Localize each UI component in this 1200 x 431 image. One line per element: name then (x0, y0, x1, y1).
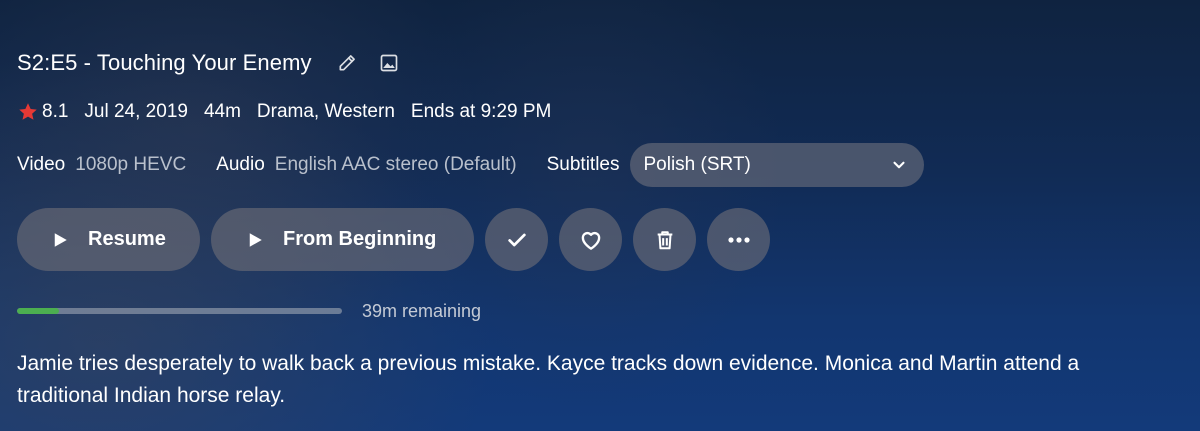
mark-played-button[interactable] (485, 208, 548, 271)
runtime: 44m (203, 101, 241, 122)
checkmark-icon (506, 229, 528, 251)
heart-icon (578, 227, 604, 253)
subtitles-select[interactable]: Polish (SRT) (629, 143, 924, 187)
play-icon (51, 231, 69, 249)
pencil-icon[interactable] (334, 50, 360, 76)
air-date: Jul 24, 2019 (84, 101, 188, 122)
video-value: 1080p HEVC (75, 154, 187, 175)
remaining-time: 39m remaining (362, 300, 482, 321)
image-icon[interactable] (376, 50, 402, 76)
audio-value: English AAC stereo (Default) (274, 154, 517, 175)
community-rating: 8.1 (42, 101, 69, 122)
from-beginning-button[interactable]: From Beginning (211, 208, 474, 271)
episode-overview: Jamie tries desperately to walk back a p… (17, 352, 1080, 407)
episode-title: S2:E5 - Touching Your Enemy (17, 50, 312, 75)
favorite-button[interactable] (559, 208, 622, 271)
progress-fill (17, 308, 60, 314)
video-label: Video (17, 154, 66, 175)
genres: Drama, Western (256, 101, 395, 122)
audio-label: Audio (216, 154, 265, 175)
subtitles-label: Subtitles (546, 154, 620, 175)
progress-bar (17, 308, 342, 314)
title-row: S2:E5 - Touching Your Enemy (17, 46, 402, 80)
more-icon (727, 236, 751, 244)
resume-label: Resume (88, 228, 166, 250)
media-info: Video 1080p HEVC Audio English AAC stere… (17, 143, 924, 187)
play-icon (246, 231, 264, 249)
action-buttons: Resume From Beginning (17, 208, 781, 271)
resume-button[interactable]: Resume (17, 208, 200, 271)
more-button[interactable] (707, 208, 770, 271)
episode-meta: 8.1 Jul 24, 2019 44m Drama, Western Ends… (17, 98, 567, 126)
ends-at: Ends at 9:29 PM (410, 101, 552, 122)
episode-details: S2:E5 - Touching Your Enemy 8.1 Jul 24, … (17, 0, 1200, 431)
chevron-down-icon (890, 156, 908, 174)
delete-button[interactable] (633, 208, 696, 271)
playback-progress: 39m remaining (17, 298, 481, 324)
from-beginning-label: From Beginning (283, 228, 437, 250)
star-icon (17, 101, 39, 123)
subtitles-value: Polish (SRT) (643, 154, 751, 175)
trash-icon (654, 228, 676, 252)
